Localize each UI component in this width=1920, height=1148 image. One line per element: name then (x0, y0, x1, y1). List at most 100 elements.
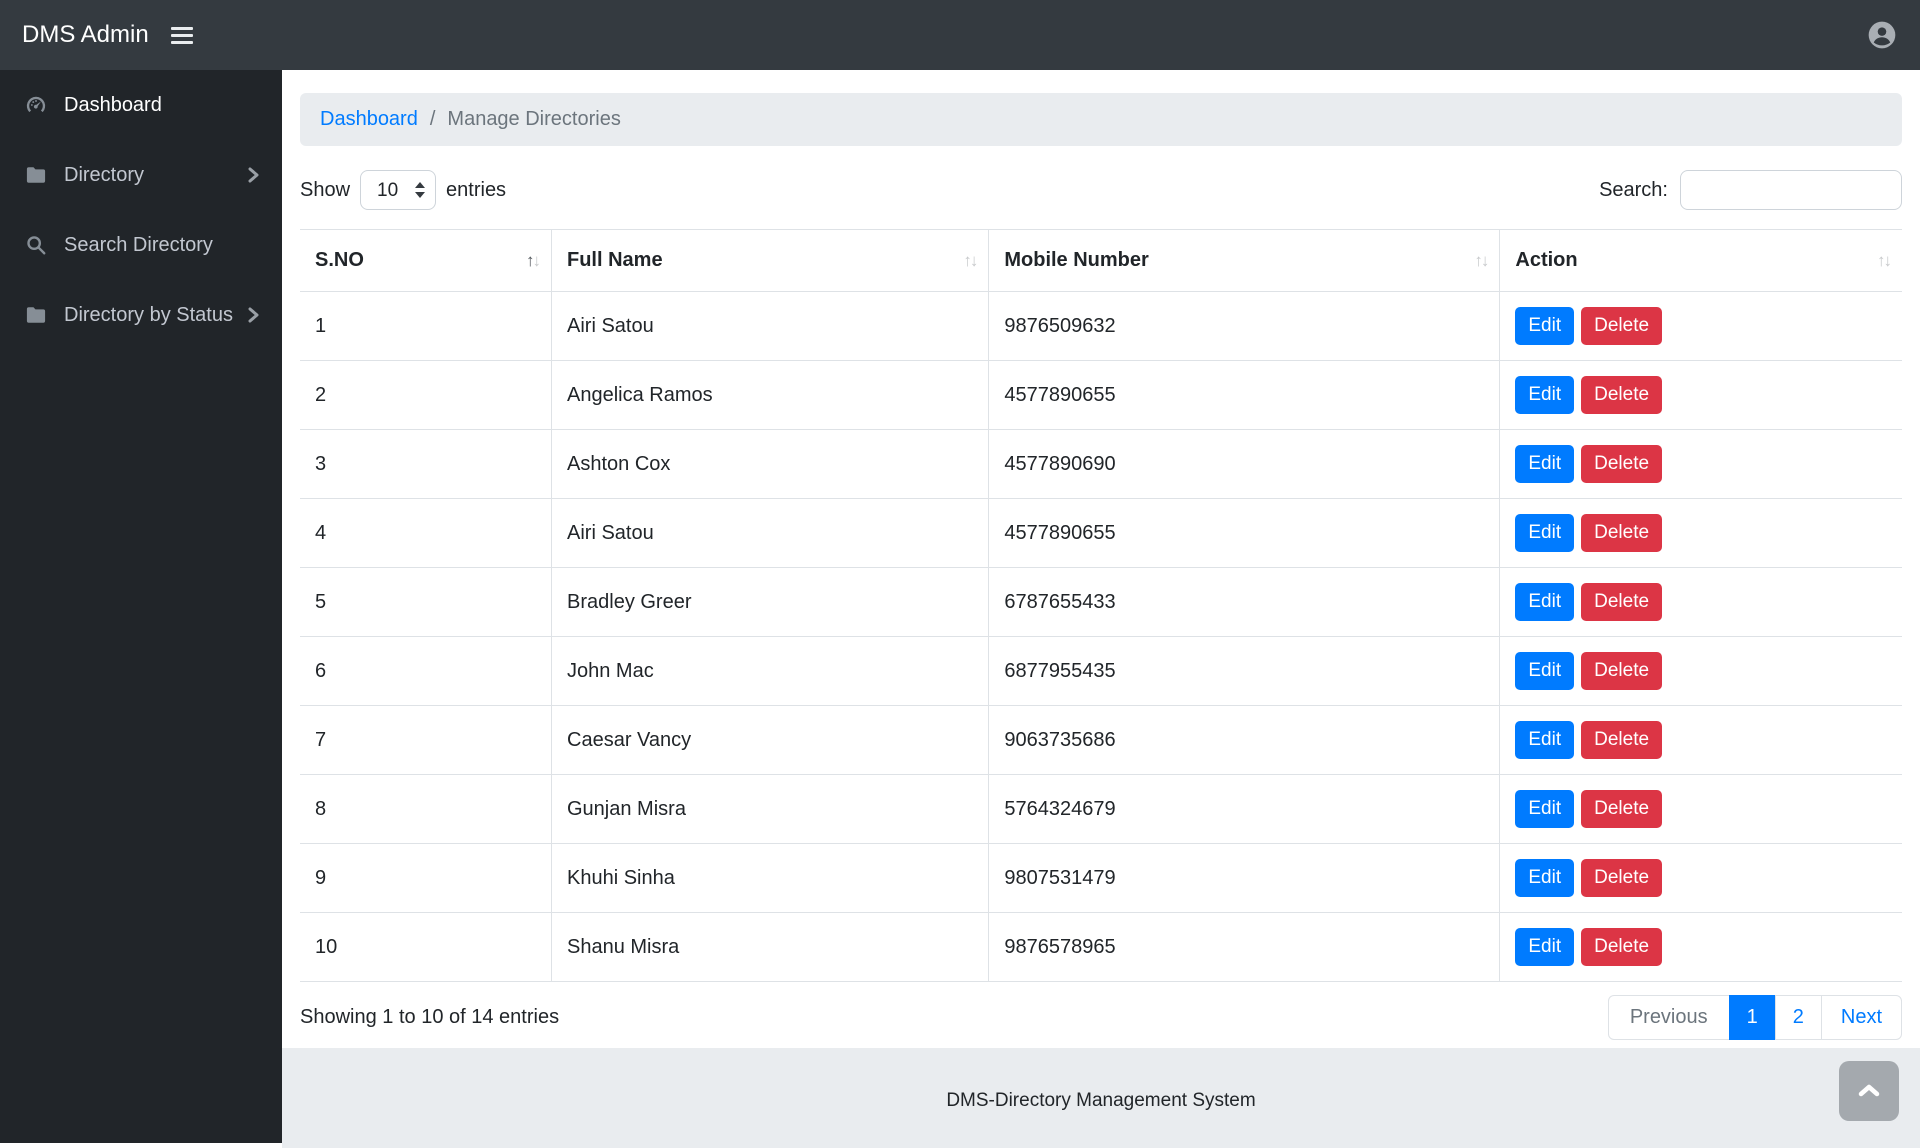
edit-button[interactable]: Edit (1515, 376, 1575, 414)
table-row: 2 Angelica Ramos 4577890655 Edit Delete (300, 360, 1902, 430)
column-header-label: S.NO (315, 249, 364, 271)
cell-action: Edit Delete (1499, 498, 1902, 568)
cell-mobile: 9876509632 (988, 291, 1500, 361)
sidebar-item-label: Directory by Status (64, 303, 233, 326)
cell-name: Ashton Cox (550, 429, 989, 499)
cell-sno: 5 (300, 567, 552, 637)
edit-button[interactable]: Edit (1515, 790, 1575, 828)
sidebar-item-search-directory[interactable]: Search Directory (0, 210, 282, 280)
column-header-action[interactable]: Action ↑↓ (1499, 229, 1902, 292)
delete-button[interactable]: Delete (1581, 376, 1663, 414)
delete-button[interactable]: Delete (1581, 928, 1663, 966)
cell-mobile: 9807531479 (988, 843, 1500, 913)
table-row: 1 Airi Satou 9876509632 Edit Delete (300, 291, 1902, 361)
scroll-to-top-button[interactable] (1839, 1061, 1899, 1121)
delete-button[interactable]: Delete (1581, 790, 1663, 828)
edit-button[interactable]: Edit (1515, 721, 1575, 759)
delete-button[interactable]: Delete (1581, 445, 1663, 483)
table-row: 3 Ashton Cox 4577890690 Edit Delete (300, 429, 1902, 499)
search-icon (22, 234, 50, 256)
edit-button[interactable]: Edit (1515, 928, 1575, 966)
page-size-control: Show 10 entries (300, 170, 506, 210)
delete-button[interactable]: Delete (1581, 721, 1663, 759)
delete-button[interactable]: Delete (1581, 583, 1663, 621)
cell-action: Edit Delete (1499, 360, 1902, 430)
search-label: Search: (1599, 178, 1668, 201)
cell-sno: 2 (300, 360, 552, 430)
cell-name: Gunjan Misra (550, 774, 989, 844)
search-input[interactable] (1680, 170, 1902, 210)
column-header-full-name[interactable]: Full Name ↑↓ (550, 229, 989, 292)
sidebar: Dashboard Directory Search Directory Direct… (0, 70, 282, 1143)
delete-button[interactable]: Delete (1581, 859, 1663, 897)
showing-entries-text: Showing 1 to 10 of 14 entries (300, 1006, 560, 1028)
column-header-label: Full Name (567, 249, 663, 271)
table-header-row: S.NO ↑↓ Full Name ↑↓ Mobile Number ↑↓ Action ↑↓ (300, 229, 1902, 292)
cell-action: Edit Delete (1499, 291, 1902, 361)
brand-link[interactable]: DMS Admin (22, 21, 149, 49)
edit-button[interactable]: Edit (1515, 652, 1575, 690)
cell-action: Edit Delete (1499, 636, 1902, 706)
sidebar-item-label: Directory (64, 163, 145, 186)
column-header-mobile-number[interactable]: Mobile Number ↑↓ (988, 229, 1500, 292)
edit-button[interactable]: Edit (1515, 307, 1575, 345)
page-footer: DMS-Directory Management System (282, 1048, 1920, 1148)
edit-button[interactable]: Edit (1515, 514, 1575, 552)
pagination-2[interactable]: 2 (1774, 995, 1822, 1040)
cell-sno: 7 (300, 705, 552, 775)
cell-sno: 4 (300, 498, 552, 568)
delete-button[interactable]: Delete (1581, 307, 1663, 345)
column-header-s-no[interactable]: S.NO ↑↓ (300, 229, 552, 292)
table-row: 7 Caesar Vancy 9063735686 Edit Delete (300, 705, 1902, 775)
sidebar-item-label: Dashboard (64, 93, 162, 116)
cell-mobile: 9063735686 (988, 705, 1500, 775)
search-control: Search: (1599, 170, 1902, 210)
sidebar-item-directory[interactable]: Directory (0, 140, 282, 210)
cell-mobile: 6877955435 (988, 636, 1500, 706)
pagination-next[interactable]: Next (1820, 995, 1902, 1040)
breadcrumb-dashboard-link[interactable]: Dashboard (320, 108, 418, 131)
edit-button[interactable]: Edit (1515, 859, 1575, 897)
top-navbar: DMS Admin (0, 0, 1920, 70)
table-row: 6 John Mac 6877955435 Edit Delete (300, 636, 1902, 706)
sort-icon: ↑↓ (1877, 250, 1892, 270)
cell-name: Angelica Ramos (550, 360, 989, 430)
delete-button[interactable]: Delete (1581, 514, 1663, 552)
page-size-select[interactable]: 10 (360, 170, 437, 210)
edit-button[interactable]: Edit (1515, 583, 1575, 621)
user-circle-icon[interactable] (1866, 19, 1898, 51)
table-row: 9 Khuhi Sinha 9807531479 Edit Delete (300, 843, 1902, 913)
pagination: Previous 1 2 Next (1607, 995, 1902, 1040)
directory-table: S.NO ↑↓ Full Name ↑↓ Mobile Number ↑↓ Action ↑↓… (300, 229, 1902, 982)
show-label: Show (300, 178, 351, 201)
cell-sno: 6 (300, 636, 552, 706)
pagination-1[interactable]: 1 (1728, 995, 1776, 1040)
menu-icon[interactable] (170, 26, 193, 44)
cell-name: Shanu Misra (550, 912, 989, 982)
breadcrumb: Dashboard / Manage Directories (300, 93, 1902, 146)
cell-mobile: 4577890655 (988, 498, 1500, 568)
table-row: 10 Shanu Misra 9876578965 Edit Delete (300, 912, 1902, 982)
table-row: 8 Gunjan Misra 5764324679 Edit Delete (300, 774, 1902, 844)
cell-name: John Mac (550, 636, 989, 706)
sort-icon: ↑↓ (1474, 250, 1489, 270)
sort-icon: ↑↓ (963, 250, 978, 270)
column-header-label: Mobile Number (1004, 249, 1149, 271)
edit-button[interactable]: Edit (1515, 445, 1575, 483)
cell-sno: 10 (300, 912, 552, 982)
pagination-previous[interactable]: Previous (1607, 995, 1730, 1040)
dashboard-icon (22, 94, 50, 116)
breadcrumb-separator: / (429, 108, 436, 130)
table-body: 1 Airi Satou 9876509632 Edit Delete 2 Angelica… (300, 291, 1902, 982)
table-controls: Show 10 entries Search: (300, 170, 1902, 210)
cell-mobile: 4577890690 (988, 429, 1500, 499)
cell-sno: 3 (300, 429, 552, 499)
cell-action: Edit Delete (1499, 705, 1902, 775)
delete-button[interactable]: Delete (1581, 652, 1663, 690)
cell-sno: 8 (300, 774, 552, 844)
sidebar-item-directory-by-status[interactable]: Directory by Status (0, 280, 282, 350)
cell-action: Edit Delete (1499, 567, 1902, 637)
cell-mobile: 5764324679 (988, 774, 1500, 844)
folder-icon (22, 305, 50, 325)
sidebar-item-dashboard[interactable]: Dashboard (0, 70, 282, 140)
